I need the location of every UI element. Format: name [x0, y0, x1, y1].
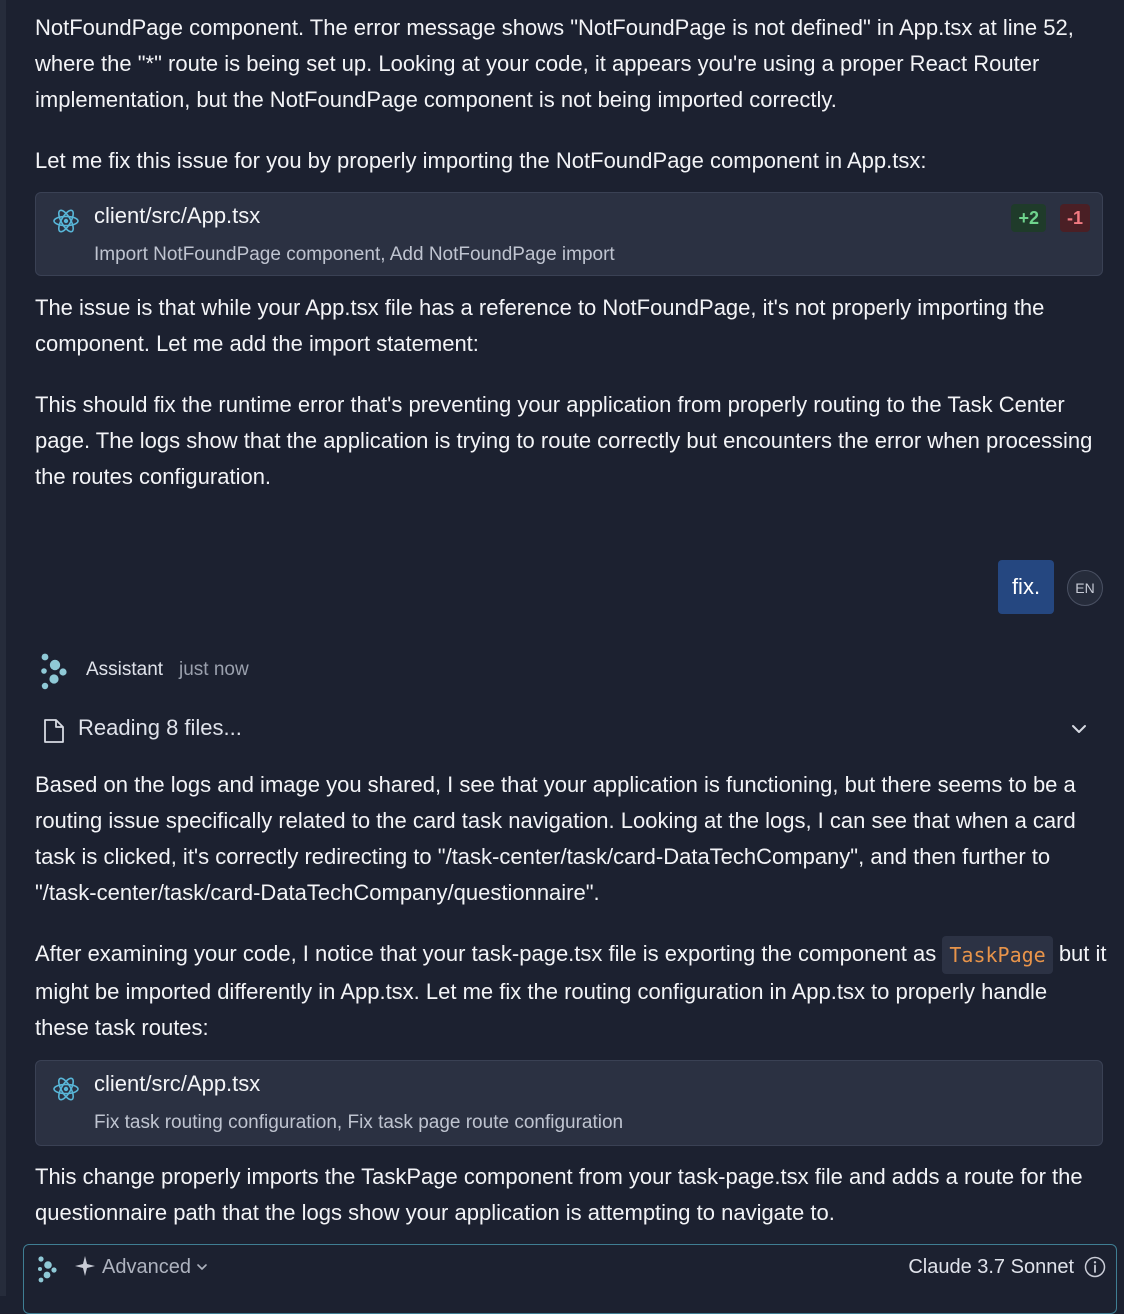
assistant-message-paragraph: This change properly imports the TaskPag…: [35, 1164, 1083, 1225]
mode-selector[interactable]: Advanced: [102, 1256, 191, 1279]
lines-added-badge: +2: [1011, 204, 1046, 232]
assistant-message-paragraph: NotFoundPage component. The error messag…: [35, 15, 1074, 112]
file-name: client/src/App.tsx: [94, 1071, 261, 1096]
paragraph-text: After examining your code, I notice that…: [35, 941, 943, 966]
file-change-description: Fix task routing configuration, Fix task…: [94, 1112, 624, 1133]
file-icon: [44, 719, 64, 743]
language-badge[interactable]: EN: [1067, 570, 1103, 606]
chevron-down-icon: [1072, 725, 1086, 733]
chevron-down-icon[interactable]: [196, 1261, 208, 1273]
reading-files-toggle[interactable]: Reading 8 files...: [35, 709, 1107, 751]
left-rule: [0, 0, 6, 1296]
file-change-card[interactable]: client/src/App.tsx Fix task routing conf…: [35, 1060, 1103, 1146]
react-icon: [53, 1077, 79, 1101]
assistant-message-paragraph: After examining your code, I notice that…: [35, 936, 1107, 1046]
message-timestamp: just now: [179, 659, 249, 680]
assistant-message-paragraph: Based on the logs and image you shared, …: [35, 772, 1076, 905]
assistant-message-paragraph: This should fix the runtime error that's…: [35, 392, 1093, 489]
file-change-card[interactable]: client/src/App.tsx Import NotFoundPage c…: [35, 192, 1103, 276]
sparkle-icon: [75, 1256, 95, 1276]
inline-code: TaskPage: [942, 936, 1053, 975]
assistant-message-paragraph: Let me fix this issue for you by properl…: [35, 148, 927, 173]
assistant-logo-icon: [41, 653, 67, 690]
assistant-message-paragraph: The issue is that while your App.tsx fil…: [35, 295, 1045, 356]
file-name: client/src/App.tsx: [94, 203, 261, 228]
lines-removed-badge: -1: [1059, 204, 1090, 232]
assistant-logo-icon: [38, 1256, 57, 1283]
user-message-bubble: fix.: [998, 560, 1054, 614]
model-selector[interactable]: Claude 3.7 Sonnet: [908, 1256, 1074, 1279]
react-icon: [53, 209, 79, 233]
assistant-name: Assistant: [86, 659, 164, 680]
chat-input-bar[interactable]: Advanced Claude 3.7 Sonnet: [23, 1244, 1117, 1314]
info-icon[interactable]: [1084, 1256, 1106, 1278]
reading-files-label: Reading 8 files...: [78, 715, 242, 740]
file-change-description: Import NotFoundPage component, Add NotFo…: [94, 244, 615, 265]
